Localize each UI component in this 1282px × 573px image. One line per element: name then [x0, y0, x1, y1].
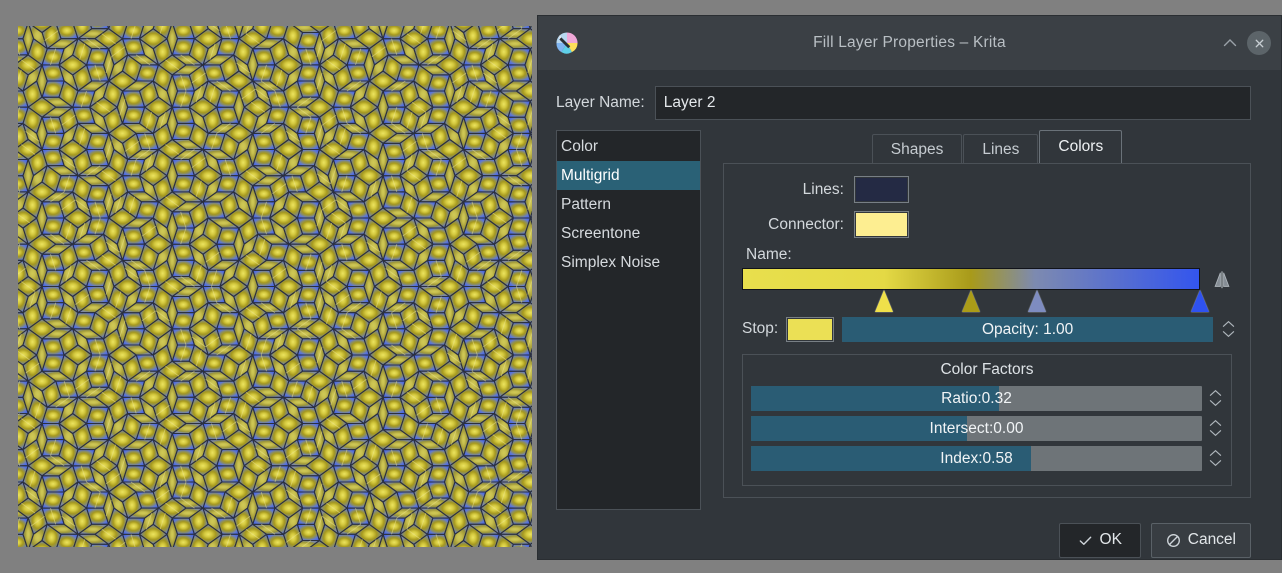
colors-tab-panel: Lines: Connector: Name:	[723, 163, 1251, 498]
gradient-stop-handle[interactable]	[1191, 290, 1209, 312]
ratio-slider-label: Ratio:0.32	[751, 386, 1202, 411]
index-slider-label: Index:0.58	[751, 446, 1202, 471]
list-item-label: Screentone	[561, 225, 640, 242]
tab-label: Colors	[1058, 138, 1103, 155]
tab-lines[interactable]: Lines	[963, 134, 1038, 163]
chevron-down-icon[interactable]	[1222, 330, 1235, 338]
fill-type-pattern[interactable]: Pattern	[557, 190, 700, 219]
connector-color-swatch[interactable]	[854, 211, 909, 238]
color-factors-title: Color Factors	[751, 361, 1223, 379]
ratio-slider[interactable]: Ratio:0.32	[751, 386, 1202, 411]
lines-color-row: Lines:	[736, 176, 1238, 203]
fill-type-simplex-noise[interactable]: Simplex Noise	[557, 248, 700, 277]
check-icon	[1078, 533, 1093, 548]
multigrid-artwork	[18, 26, 532, 547]
ratio-stepper[interactable]	[1208, 385, 1223, 411]
fill-type-list[interactable]: Color Multigrid Pattern Screentone Simpl…	[556, 130, 701, 510]
screen: Fill Layer Properties – Krita Layer Name…	[0, 0, 1282, 573]
lines-color-fill	[855, 177, 908, 202]
index-stepper[interactable]	[1208, 445, 1223, 471]
intersect-slider-label: Intersect:0.00	[751, 416, 1202, 441]
gradient-editor	[736, 268, 1238, 314]
close-window-button[interactable]	[1247, 31, 1271, 55]
fill-layer-properties-dialog: Fill Layer Properties – Krita Layer Name…	[537, 15, 1282, 560]
list-item-label: Multigrid	[561, 167, 620, 184]
tab-label: Lines	[982, 141, 1019, 158]
prohibition-icon	[1166, 533, 1181, 548]
fill-type-multigrid[interactable]: Multigrid	[557, 161, 700, 190]
dialog-title: Fill Layer Properties – Krita	[538, 34, 1281, 52]
stop-color-fill	[787, 318, 833, 341]
gradient-stops-track[interactable]	[742, 290, 1200, 314]
color-factors-group: Color Factors Ratio:0.32	[742, 354, 1232, 486]
lines-color-label: Lines:	[736, 181, 844, 199]
shade-window-button[interactable]	[1215, 28, 1245, 58]
layer-name-row: Layer Name:	[538, 70, 1281, 124]
dialog-titlebar[interactable]: Fill Layer Properties – Krita	[538, 16, 1281, 70]
cancel-button-label: Cancel	[1188, 531, 1236, 549]
connector-color-fill	[855, 212, 908, 237]
canvas-area	[0, 0, 537, 573]
chevron-up-icon[interactable]	[1222, 320, 1235, 328]
intersect-stepper[interactable]	[1208, 415, 1223, 441]
tab-colors[interactable]: Colors	[1039, 130, 1122, 163]
list-item-label: Color	[561, 138, 598, 155]
chevron-up-icon[interactable]	[1209, 419, 1222, 427]
ok-button-label: OK	[1100, 531, 1122, 549]
gradient-stop-row: Stop: Opacity: 1.00	[736, 314, 1238, 342]
fill-type-color[interactable]: Color	[557, 132, 700, 161]
opacity-slider[interactable]: Opacity: 1.00	[842, 317, 1213, 342]
tab-label: Shapes	[891, 141, 944, 158]
list-item-label: Simplex Noise	[561, 254, 660, 271]
mirror-horizontal-icon[interactable]	[1208, 268, 1236, 292]
tab-shapes[interactable]: Shapes	[872, 134, 963, 163]
chevron-up-icon[interactable]	[1209, 449, 1222, 457]
chevron-up-icon[interactable]	[1209, 389, 1222, 397]
opacity-slider-label: Opacity: 1.00	[842, 317, 1213, 342]
connector-color-label: Connector:	[736, 216, 844, 234]
cancel-button[interactable]: Cancel	[1151, 523, 1251, 558]
index-slider[interactable]: Index:0.58	[751, 446, 1202, 471]
stop-color-swatch[interactable]	[786, 317, 834, 342]
connector-color-row: Connector:	[736, 211, 1238, 238]
dialog-body: Color Multigrid Pattern Screentone Simpl…	[538, 124, 1281, 510]
gradient-bar[interactable]	[742, 268, 1200, 290]
window-controls	[1215, 28, 1271, 58]
chevron-down-icon[interactable]	[1209, 459, 1222, 467]
chevron-down-icon[interactable]	[1209, 399, 1222, 407]
fill-type-screentone[interactable]: Screentone	[557, 219, 700, 248]
layer-name-input[interactable]	[655, 86, 1251, 120]
krita-logo-icon	[554, 30, 580, 56]
gradient-stop-handle[interactable]	[1028, 290, 1046, 312]
intersect-slider[interactable]: Intersect:0.00	[751, 416, 1202, 441]
ratio-row: Ratio:0.32	[751, 385, 1223, 411]
gradient-widget	[742, 268, 1200, 314]
intersect-row: Intersect:0.00	[751, 415, 1223, 441]
gradient-name-label: Name:	[746, 246, 1238, 264]
tab-bar: Shapes Lines Colors	[723, 130, 1251, 163]
index-row: Index:0.58	[751, 445, 1223, 471]
multigrid-tiling-svg	[18, 26, 532, 547]
lines-color-swatch[interactable]	[854, 176, 909, 203]
gradient-stop-handle[interactable]	[875, 290, 893, 312]
stop-label: Stop:	[742, 320, 778, 338]
chevron-down-icon[interactable]	[1209, 429, 1222, 437]
opacity-stepper[interactable]	[1221, 316, 1236, 342]
settings-pane: Shapes Lines Colors Lines: Connector:	[701, 130, 1251, 510]
dialog-footer: OK Cancel	[538, 510, 1281, 570]
list-item-label: Pattern	[561, 196, 611, 213]
layer-name-label: Layer Name:	[556, 94, 645, 112]
ok-button[interactable]: OK	[1059, 523, 1141, 558]
gradient-stop-handle[interactable]	[962, 290, 980, 312]
